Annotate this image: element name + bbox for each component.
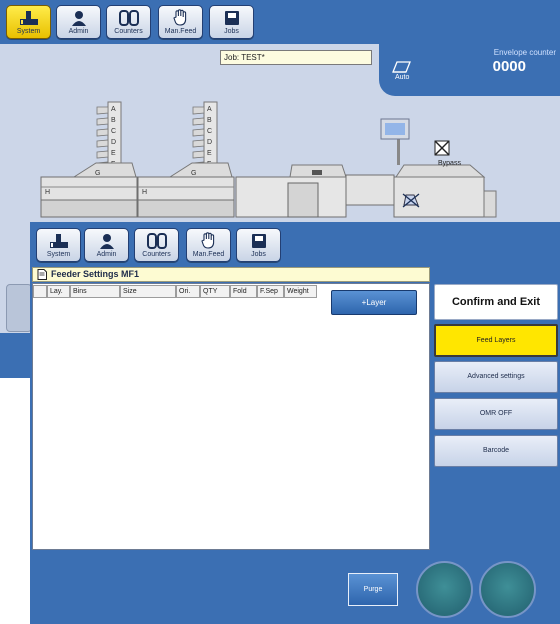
inserter-body: Bypass: [235, 118, 497, 218]
table-header-select: [33, 285, 47, 298]
jobs-icon: [237, 232, 280, 249]
table-header-size: Size: [120, 285, 176, 298]
feed-layers-button[interactable]: Feed Layers: [434, 324, 558, 357]
counters-icon: [107, 9, 150, 26]
table-header-layer: Lay.: [47, 285, 70, 298]
main-toolbar: System Admin Counters Man.Feed Jobs: [0, 0, 560, 44]
panel-title: Feeder Settings MF1: [32, 267, 430, 282]
svg-text:C: C: [207, 128, 212, 135]
system-button[interactable]: System: [6, 5, 51, 39]
admin-icon: [57, 9, 100, 26]
round-action-button-2[interactable]: [479, 561, 536, 618]
hand-icon: [187, 232, 230, 249]
feeder-tower-2: A B C D E F G H: [137, 101, 235, 218]
svg-text:H: H: [142, 189, 147, 196]
omr-toggle-button[interactable]: OMR OFF: [434, 398, 558, 430]
svg-text:E: E: [111, 150, 116, 157]
envelope-disabled-icon: [402, 193, 420, 208]
svg-text:H: H: [45, 189, 50, 196]
advanced-settings-button[interactable]: Advanced settings: [434, 361, 558, 393]
svg-text:G: G: [191, 170, 196, 177]
job-name-field: Job: TEST*: [220, 50, 372, 65]
svg-text:D: D: [207, 139, 212, 146]
barcode-button[interactable]: Barcode: [434, 435, 558, 467]
svg-text:B: B: [207, 117, 212, 124]
svg-text:A: A: [111, 106, 116, 113]
jobs-button[interactable]: Jobs: [236, 228, 281, 262]
feeder-toolbar: System Admin Counters Man.Feed Jobs: [30, 222, 560, 266]
counters-button[interactable]: Counters: [134, 228, 179, 262]
round-action-button-1[interactable]: [416, 561, 473, 618]
table-header-fold: Fold: [230, 285, 257, 298]
system-icon: [7, 9, 50, 26]
envelope-counter-value: 0000: [492, 58, 526, 75]
jobs-icon: [210, 9, 253, 26]
svg-text:Bypass: Bypass: [438, 160, 461, 167]
svg-text:C: C: [111, 128, 116, 135]
system-icon: [37, 232, 80, 249]
table-header-bins: Bins: [70, 285, 120, 298]
table-header-qty: QTY: [200, 285, 230, 298]
panel-title-text: Feeder Settings MF1: [51, 269, 140, 279]
svg-text:G: G: [95, 170, 100, 177]
jobs-button[interactable]: Jobs: [209, 5, 254, 39]
admin-icon: [85, 232, 128, 249]
counters-icon: [135, 232, 178, 249]
man-feed-button[interactable]: Man.Feed: [186, 228, 231, 262]
feeder-settings-window: System Admin Counters Man.Feed Jobs Feed…: [30, 222, 560, 624]
table-header-fsep: F.Sep: [257, 285, 284, 298]
feeder-tower-1: A B C D E F G H: [40, 101, 138, 218]
envelope-counter-label: Envelope counter: [493, 48, 556, 57]
purge-button[interactable]: Purge: [348, 573, 398, 606]
admin-button[interactable]: Admin: [56, 5, 101, 39]
counters-button[interactable]: Counters: [106, 5, 151, 39]
envelope-counter-panel: Envelope counter 0000 Auto: [379, 44, 560, 96]
bypass-disabled-icon: [434, 140, 450, 156]
system-button[interactable]: System: [36, 228, 81, 262]
table-header-weight: Weight: [284, 285, 317, 298]
add-layer-button[interactable]: +Layer: [331, 290, 417, 315]
man-feed-button[interactable]: Man.Feed: [158, 5, 203, 39]
admin-button[interactable]: Admin: [84, 228, 129, 262]
svg-text:E: E: [207, 150, 212, 157]
confirm-and-exit-button[interactable]: Confirm and Exit: [434, 284, 558, 320]
auto-mode-label: Auto: [395, 74, 410, 81]
svg-text:B: B: [111, 117, 116, 124]
document-icon: [37, 269, 47, 284]
layers-table: Lay. Bins Size Ori. QTY Fold F.Sep Weigh…: [32, 283, 430, 550]
svg-text:A: A: [207, 106, 212, 113]
hand-icon: [159, 9, 202, 26]
background-side-tab: [6, 284, 32, 332]
table-header-orientation: Ori.: [176, 285, 200, 298]
svg-text:D: D: [111, 139, 116, 146]
